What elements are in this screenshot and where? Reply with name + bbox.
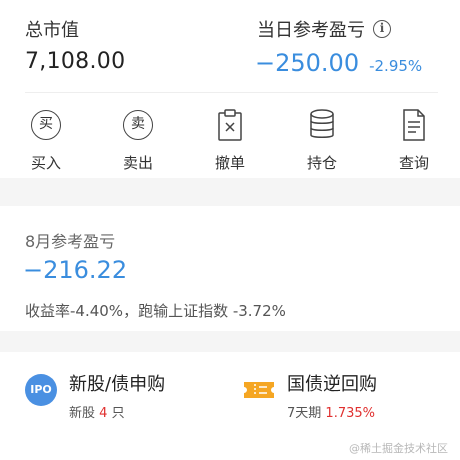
summary-section: 总市值 7,108.00 当日参考盈亏 i −250.00 -2.95% xyxy=(0,14,460,94)
monthly-pnl-value: −216.22 xyxy=(23,256,128,284)
total-market-value-label: 总市值 xyxy=(25,20,79,41)
account-summary-card: 总市值 7,108.00 当日参考盈亏 i −250.00 -2.95% 买 买… xyxy=(0,0,460,178)
daily-pnl-label-group: 当日参考盈亏 i xyxy=(257,16,391,42)
query-icon xyxy=(397,108,431,142)
reverse-repo-term: 7天期 xyxy=(287,406,322,421)
watermark: @稀土掘金技术社区 xyxy=(349,442,448,455)
total-market-value: 7,108.00 xyxy=(25,49,126,74)
buy-icon: 买 xyxy=(31,110,61,140)
reverse-repo-subtitle: 7天期 1.735% xyxy=(287,402,377,421)
daily-pnl-value-group: −250.00 -2.95% xyxy=(255,49,422,77)
ipo-sub-prefix: 新股 xyxy=(69,406,96,421)
reverse-repo-rate: 1.735% xyxy=(325,406,375,421)
reverse-repo-title: 国债逆回购 xyxy=(287,374,377,395)
daily-pnl-label: 当日参考盈亏 xyxy=(257,20,365,41)
position-label: 持仓 xyxy=(306,154,337,172)
position-icon xyxy=(305,108,339,142)
ipo-subtitle: 新股 4 只 xyxy=(69,402,165,421)
daily-pnl-amount: −250.00 xyxy=(255,49,360,77)
features-card: IPO 新股/债申购 新股 4 只 国债逆回购 7天期 1.735% @稀土掘金… xyxy=(0,352,460,460)
monthly-pnl-label: 8月参考盈亏 xyxy=(25,232,116,251)
ipo-subscribe-entry[interactable]: IPO 新股/债申购 新股 4 只 xyxy=(25,370,165,421)
query-button[interactable]: 查询 xyxy=(368,108,460,178)
cancel-order-label: 撤单 xyxy=(214,154,245,172)
divider xyxy=(25,92,438,93)
monthly-pnl-desc: 收益率-4.40%，跑输上证指数 -3.72% xyxy=(25,302,286,320)
cancel-order-icon xyxy=(213,108,247,142)
buy-button[interactable]: 买 买入 xyxy=(0,108,92,178)
buy-label: 买入 xyxy=(30,154,61,172)
ipo-title: 新股/债申购 xyxy=(69,374,166,395)
ipo-sub-suffix: 只 xyxy=(111,406,125,421)
ipo-icon: IPO xyxy=(25,374,57,406)
position-button[interactable]: 持仓 xyxy=(276,108,368,178)
reverse-repo-entry[interactable]: 国债逆回购 7天期 1.735% xyxy=(243,370,377,421)
sell-icon: 卖 xyxy=(123,110,153,140)
daily-pnl-percent: -2.95% xyxy=(369,57,423,75)
monthly-pnl-card[interactable]: 8月参考盈亏 −216.22 收益率-4.40%，跑输上证指数 -3.72% xyxy=(0,206,460,331)
ipo-count: 4 xyxy=(99,406,108,421)
trade-actions: 买 买入 卖 卖出 撤单 持仓 查询 xyxy=(0,108,460,178)
sell-label: 卖出 xyxy=(122,154,153,172)
ticket-icon xyxy=(243,374,275,406)
query-label: 查询 xyxy=(398,154,429,172)
info-icon[interactable]: i xyxy=(373,20,391,38)
cancel-order-button[interactable]: 撤单 xyxy=(184,108,276,178)
sell-button[interactable]: 卖 卖出 xyxy=(92,108,184,178)
